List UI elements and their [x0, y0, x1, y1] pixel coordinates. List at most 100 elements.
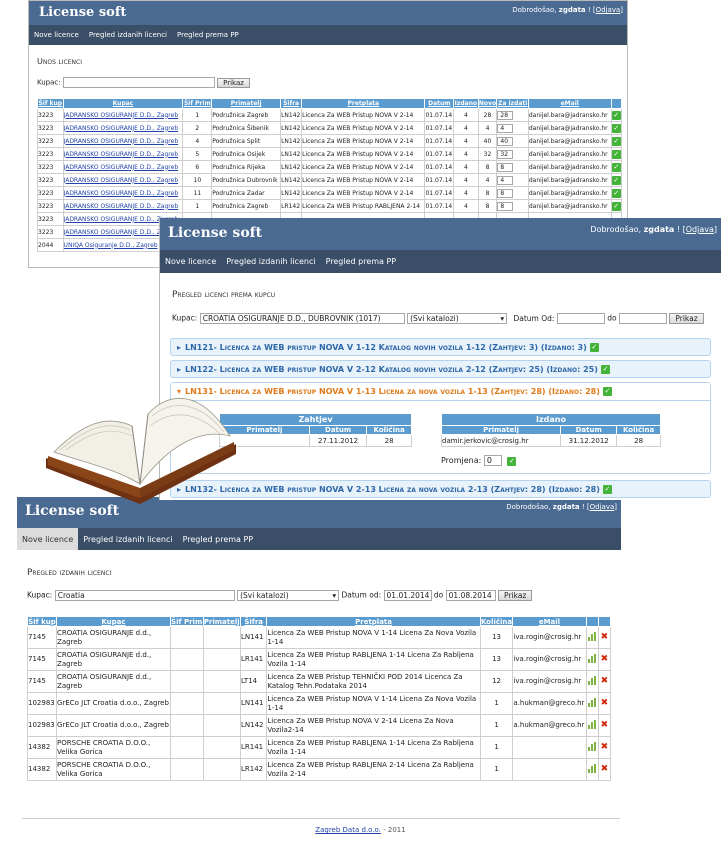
- column-header[interactable]: Količina: [479, 616, 514, 627]
- cell: Licenca Za WEB Pristup RABLJENA 2-14: [302, 202, 421, 210]
- za-izdati-input[interactable]: 8: [497, 162, 514, 172]
- kupac-link[interactable]: JADRANSKO OSIGURANJE D.D., Zagreb: [64, 203, 178, 210]
- kupac-input[interactable]: CROATIA OSIGURANJE D.D., DUBROVNIK (1017…: [199, 313, 405, 324]
- accordion-ln121[interactable]: ▸ LN121 - Licenca za WEB pristup NOVA V …: [170, 338, 711, 356]
- nav-pregled-izdanih[interactable]: Pregled izdanih licenci: [78, 528, 177, 550]
- date-to-input[interactable]: [618, 313, 667, 324]
- logout-link[interactable]: Odjava: [686, 225, 714, 234]
- check-icon[interactable]: ✓: [612, 201, 621, 211]
- date-from-input[interactable]: [556, 313, 605, 324]
- column-header[interactable]: [610, 98, 623, 109]
- column-header[interactable]: Izdano: [453, 98, 479, 109]
- delete-x-icon[interactable]: ✖: [600, 633, 609, 642]
- za-izdati-input[interactable]: 32: [497, 149, 514, 159]
- table-row: 102983 GrECo JLT Croatia d.o.o., Zagreb LN…: [26, 714, 612, 737]
- nav-pregled-prema-pp[interactable]: Pregled prema PP: [178, 528, 259, 550]
- kupac-input[interactable]: [62, 77, 215, 88]
- za-izdati-input[interactable]: 8: [497, 188, 514, 198]
- accordion-ln122[interactable]: ▸ LN122 - Licenca za WEB pristup NOVA V …: [170, 360, 711, 378]
- logout-link[interactable]: Odjava: [590, 503, 615, 511]
- za-izdati-input[interactable]: 40: [497, 136, 514, 146]
- column-header[interactable]: Kupac: [56, 616, 171, 627]
- bar-chart-icon[interactable]: [587, 742, 597, 751]
- nav-nove-licence[interactable]: Nove licence: [17, 528, 79, 550]
- column-header[interactable]: Primatelj: [211, 98, 282, 109]
- za-izdati-input[interactable]: 4: [497, 123, 514, 133]
- column-header[interactable]: Pretplata: [301, 98, 426, 109]
- bar-chart-icon[interactable]: [587, 764, 597, 773]
- cell: CROATIA OSIGURANJE d.d., Zagreb: [57, 672, 152, 690]
- zahtjev-table: Zahtjev Primatelj Datum Količina 27.11.2…: [219, 413, 412, 447]
- delete-x-icon[interactable]: ✖: [600, 743, 609, 752]
- column-header[interactable]: Šif kup: [37, 98, 64, 109]
- column-header[interactable]: Primatelj: [202, 616, 241, 627]
- kupac-input[interactable]: Croatia: [54, 590, 235, 601]
- katalog-select[interactable]: (Svi katalozi): [407, 313, 508, 324]
- prikaz-button[interactable]: Prikaz: [669, 313, 704, 324]
- date-to-input[interactable]: 01.08.2014: [445, 590, 496, 601]
- nav-pregled-prema-pp[interactable]: Pregled prema PP: [172, 25, 244, 45]
- column-header[interactable]: Šifra: [239, 616, 268, 627]
- check-icon[interactable]: ✓: [612, 110, 621, 120]
- cell: 6: [195, 163, 200, 171]
- delete-x-icon[interactable]: ✖: [600, 655, 609, 664]
- delete-x-icon[interactable]: ✖: [600, 677, 609, 686]
- column-header[interactable]: [597, 616, 612, 627]
- check-icon[interactable]: ✓: [612, 162, 621, 172]
- column-header[interactable]: Kupac: [62, 98, 184, 109]
- kupac-link[interactable]: JADRANSKO OSIGURANJE D.D., Zagreb: [64, 151, 178, 158]
- check-icon[interactable]: ✓: [612, 136, 621, 146]
- column-header[interactable]: Pretplata: [266, 616, 481, 627]
- bar-chart-icon[interactable]: [587, 632, 597, 641]
- nav-pregled-izdanih[interactable]: Pregled izdanih licenci: [84, 25, 172, 45]
- column-header[interactable]: eMail: [527, 98, 612, 109]
- logout-link[interactable]: Odjava: [596, 6, 621, 14]
- nav-pregled-prema-pp[interactable]: Pregled prema PP: [321, 250, 402, 273]
- kupac-link[interactable]: JADRANSKO OSIGURANJE D.D., Zagreb: [64, 138, 178, 145]
- za-izdati-input[interactable]: 28: [497, 110, 514, 120]
- za-izdati-input[interactable]: 4: [497, 175, 514, 185]
- check-icon[interactable]: ✓: [612, 188, 621, 198]
- kupac-link[interactable]: JADRANSKO OSIGURANJE D.D., Zagreb: [64, 177, 178, 184]
- column-header[interactable]: eMail: [512, 616, 587, 627]
- check-icon[interactable]: ✓: [612, 149, 621, 159]
- date-from-input[interactable]: 01.01.2014: [383, 590, 432, 601]
- accordion-ln132[interactable]: ▸ LN132 - Licenca za WEB pristup NOVA V …: [170, 480, 711, 498]
- check-icon[interactable]: ✓: [612, 123, 621, 133]
- delete-x-icon[interactable]: ✖: [600, 721, 609, 730]
- footer-company-link[interactable]: Zagreb Data d.o.o.: [315, 826, 381, 834]
- nav-nove-licence[interactable]: Nove licence: [160, 250, 221, 273]
- footer-divider: [22, 818, 620, 819]
- column-header[interactable]: Šif Prim: [182, 98, 213, 109]
- delete-x-icon[interactable]: ✖: [600, 699, 609, 708]
- prikaz-button[interactable]: Prikaz: [217, 77, 250, 88]
- nav-pregled-izdanih[interactable]: Pregled izdanih licenci: [221, 250, 320, 273]
- table-header: Šif kup Kupac Šif Prim Primatelj Šifra Pretpl…: [26, 616, 612, 627]
- column-header[interactable]: Šif kup: [26, 616, 58, 627]
- accordion-ln131[interactable]: ▾ LN131 - Licenca za WEB pristup NOVA V …: [171, 383, 710, 401]
- nav-nove-licence[interactable]: Nove licence: [29, 25, 84, 45]
- katalog-select[interactable]: (Svi katalozi): [237, 590, 340, 601]
- check-icon[interactable]: ✓: [612, 175, 621, 185]
- column-header[interactable]: Šifra: [280, 98, 303, 109]
- column-header[interactable]: Za izdati: [496, 98, 529, 109]
- promjena-input[interactable]: 0: [483, 455, 502, 466]
- bar-chart-icon[interactable]: [587, 720, 597, 729]
- kupac-link[interactable]: JADRANSKO OSIGURANJE D.D., Zagreb: [64, 190, 178, 197]
- bar-chart-icon[interactable]: [587, 676, 597, 685]
- kupac-link[interactable]: JADRANSKO OSIGURANJE D.D., Zagreb: [64, 164, 178, 171]
- delete-x-icon[interactable]: ✖: [600, 765, 609, 774]
- bar-chart-icon[interactable]: [587, 654, 597, 663]
- kupac-link[interactable]: JADRANSKO OSIGURANJE D.D., Zagreb: [64, 112, 178, 119]
- bar-chart-icon[interactable]: [587, 698, 597, 707]
- column-header[interactable]: Novo: [477, 98, 498, 109]
- kupac-link[interactable]: JADRANSKO OSIGURANJE D.D., Zagreb: [64, 125, 178, 132]
- kupac-link[interactable]: UNIQA Osiguranje D.D., Zagreb: [64, 242, 158, 249]
- za-izdati-input[interactable]: 8: [497, 201, 514, 211]
- cell: 3223: [38, 137, 54, 145]
- column-header[interactable]: Datum: [424, 98, 455, 109]
- column-header[interactable]: Šif Prim: [169, 616, 204, 627]
- prikaz-button[interactable]: Prikaz: [498, 590, 533, 601]
- confirm-check-icon[interactable]: ✓: [507, 457, 517, 466]
- column-header[interactable]: [585, 616, 599, 627]
